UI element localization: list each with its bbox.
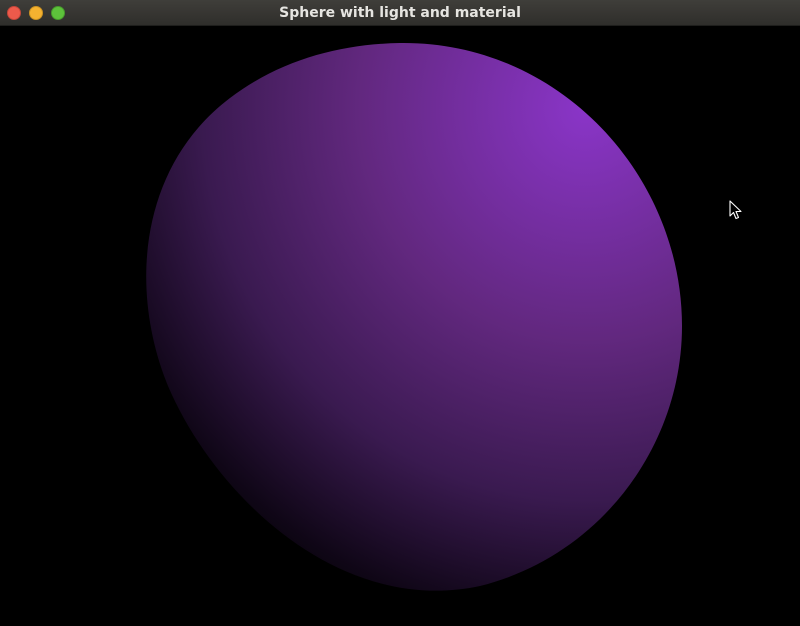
render-viewport[interactable] xyxy=(0,26,800,626)
lit-sphere xyxy=(146,42,682,591)
application-window: Sphere with light and material xyxy=(0,0,800,626)
window-title: Sphere with light and material xyxy=(279,5,521,21)
title-bar[interactable]: Sphere with light and material xyxy=(0,0,800,26)
mouse-pointer-icon xyxy=(729,200,742,220)
scene-canvas xyxy=(146,42,682,591)
